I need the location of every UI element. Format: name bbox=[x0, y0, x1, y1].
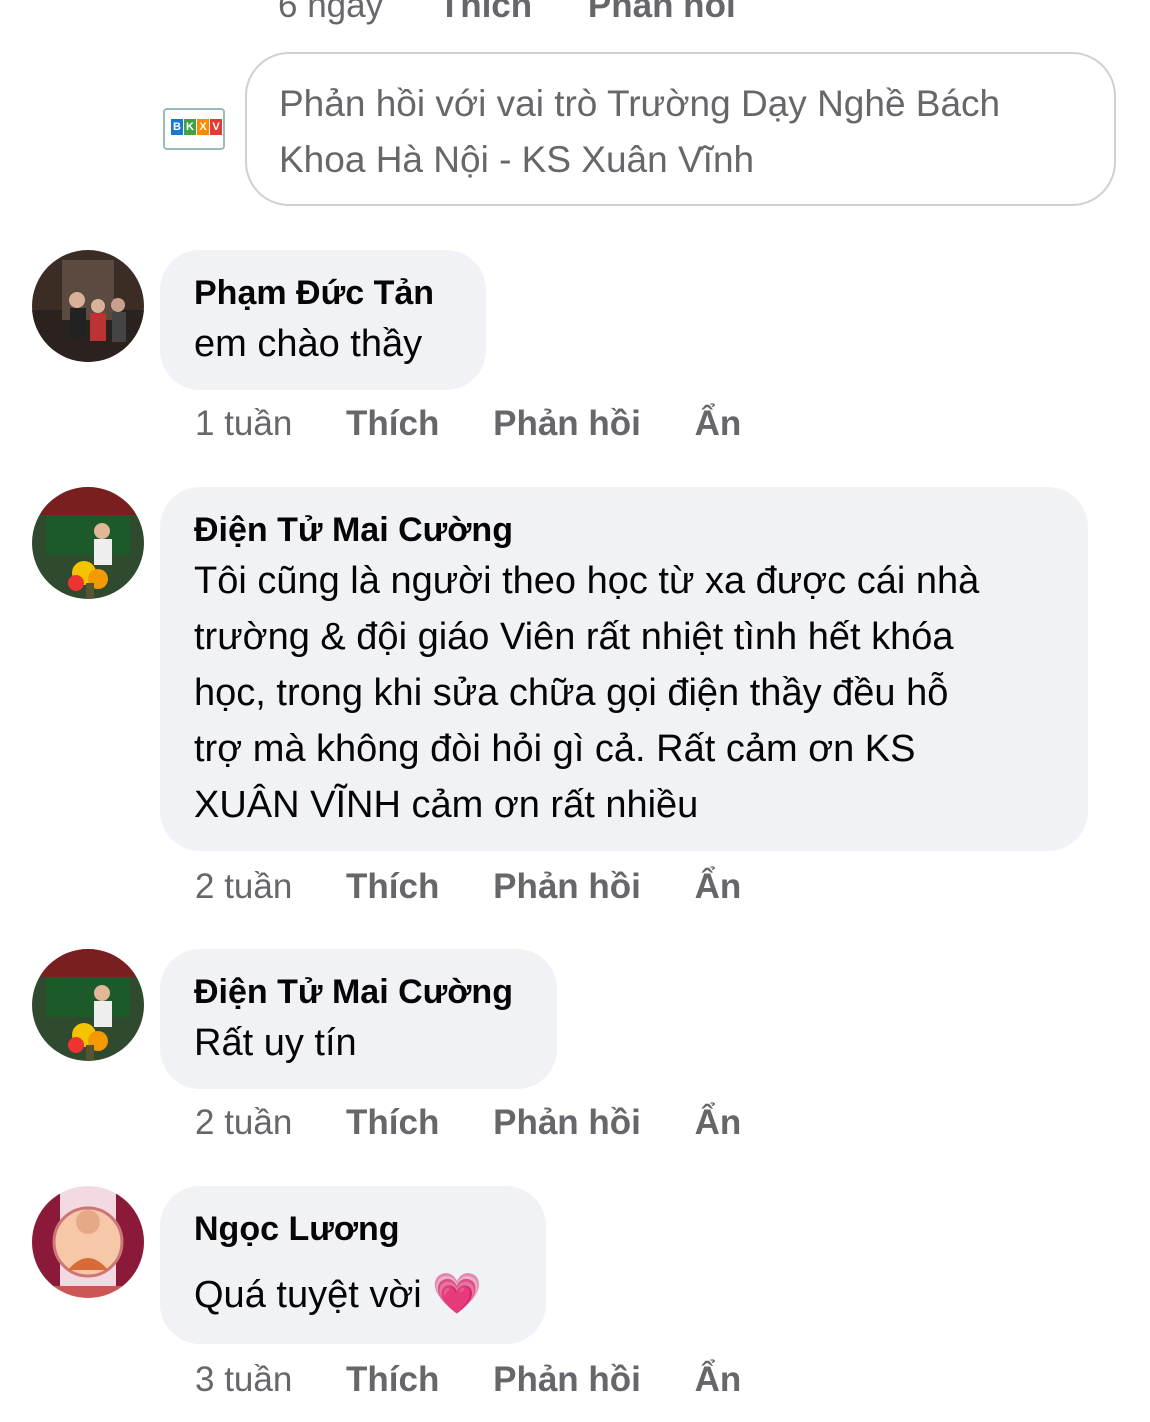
reply-input[interactable]: Phản hồi với vai trò Trường Dạy Nghề Bác… bbox=[245, 52, 1116, 206]
comment-text-content: Quá tuyệt vời bbox=[194, 1274, 422, 1316]
logo-letter-x: X bbox=[197, 119, 209, 135]
avatar[interactable] bbox=[32, 949, 144, 1061]
comment-text-line: XUÂN VĨNH cảm ơn rất nhiều bbox=[194, 784, 699, 826]
comment-text-line: học, trong khi sửa chữa gọi điện thầy đề… bbox=[194, 672, 949, 714]
hide-button[interactable]: Ẩn bbox=[695, 404, 742, 443]
top-like-button[interactable]: Thích bbox=[439, 0, 532, 25]
comment-time[interactable]: 1 tuần bbox=[195, 404, 292, 443]
comment-author[interactable]: Phạm Đức Tản bbox=[194, 270, 452, 316]
reply-button[interactable]: Phản hồi bbox=[493, 404, 641, 443]
comment-bubble: Điện Tử Mai Cường Tôi cũng là người theo… bbox=[160, 487, 1088, 851]
reply-button[interactable]: Phản hồi bbox=[493, 867, 641, 906]
comment-text: Rất uy tín bbox=[194, 1022, 357, 1064]
like-button[interactable]: Thích bbox=[346, 1103, 439, 1142]
page-logo-icon: B K X V bbox=[163, 108, 225, 150]
avatar[interactable] bbox=[32, 250, 144, 362]
comment-meta-row: 3 tuần Thích Phản hồi Ẩn bbox=[195, 1360, 741, 1400]
like-button[interactable]: Thích bbox=[346, 867, 439, 906]
top-meta-row: 6 ngày Thích Phản hồi bbox=[278, 0, 736, 26]
hide-button[interactable]: Ẩn bbox=[695, 867, 742, 906]
comment-text-line: trường & đội giáo Viên rất nhiệt tình hế… bbox=[194, 616, 954, 658]
hide-button[interactable]: Ẩn bbox=[695, 1360, 742, 1399]
comment-meta-row: 1 tuần Thích Phản hồi Ẩn bbox=[195, 404, 741, 444]
avatar[interactable] bbox=[32, 487, 144, 599]
like-button[interactable]: Thích bbox=[346, 404, 439, 443]
comment-time[interactable]: 3 tuần bbox=[195, 1360, 292, 1399]
comment-bubble: Phạm Đức Tản em chào thầy bbox=[160, 250, 486, 390]
comment-bubble: Điện Tử Mai Cường Rất uy tín bbox=[160, 949, 557, 1089]
comment-meta-row: 2 tuần Thích Phản hồi Ẩn bbox=[195, 867, 741, 907]
top-time: 6 ngày bbox=[278, 0, 384, 25]
comment-text-line: Tôi cũng là người theo học từ xa được cá… bbox=[194, 560, 980, 602]
comment-bubble: Ngọc Lương Quá tuyệt vời 💗 bbox=[160, 1186, 546, 1344]
heart-emoji-icon: 💗 bbox=[432, 1272, 483, 1316]
comment-text: em chào thầy bbox=[194, 323, 423, 365]
comment-meta-row: 2 tuần Thích Phản hồi Ẩn bbox=[195, 1103, 741, 1143]
logo-letter-v: V bbox=[210, 119, 222, 135]
hide-button[interactable]: Ẩn bbox=[695, 1103, 742, 1142]
comment-author[interactable]: Điện Tử Mai Cường bbox=[194, 507, 1054, 553]
comment-time[interactable]: 2 tuần bbox=[195, 867, 292, 906]
comment-author[interactable]: Điện Tử Mai Cường bbox=[194, 969, 523, 1015]
logo-letter-b: B bbox=[171, 119, 183, 135]
reply-button[interactable]: Phản hồi bbox=[493, 1103, 641, 1142]
comment-text-line: trợ mà không đòi hỏi gì cả. Rất cảm ơn K… bbox=[194, 728, 916, 770]
comment-time[interactable]: 2 tuần bbox=[195, 1103, 292, 1142]
like-button[interactable]: Thích bbox=[346, 1360, 439, 1399]
comment-text: Quá tuyệt vời 💗 bbox=[194, 1266, 512, 1323]
reply-placeholder-line2: Khoa Hà Nội - KS Xuân Vĩnh bbox=[279, 139, 755, 180]
top-reply-button[interactable]: Phản hồi bbox=[588, 0, 736, 25]
reply-placeholder-line1: Phản hồi với vai trò Trường Dạy Nghề Bác… bbox=[279, 83, 1001, 124]
reply-button[interactable]: Phản hồi bbox=[493, 1360, 641, 1399]
avatar[interactable] bbox=[32, 1186, 144, 1298]
comment-author[interactable]: Ngọc Lương bbox=[194, 1206, 512, 1252]
logo-letter-k: K bbox=[184, 119, 196, 135]
